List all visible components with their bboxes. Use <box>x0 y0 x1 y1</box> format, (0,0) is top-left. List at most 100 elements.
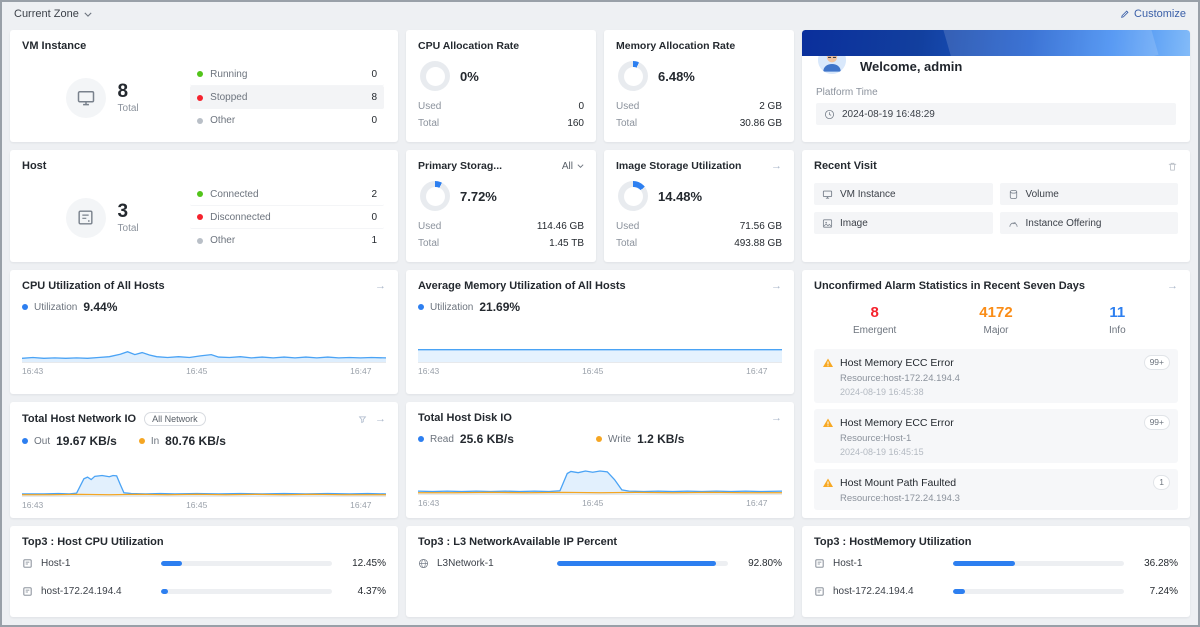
vm-total-value: 8 <box>118 81 139 103</box>
filter-funnel-icon[interactable] <box>358 415 367 424</box>
memory-allocation-donut <box>618 61 648 91</box>
recent-visit-label: Image <box>840 218 868 229</box>
welcome-banner <box>802 30 1190 56</box>
top3-memory-title: Top3 : HostMemory Utilization <box>814 536 1178 548</box>
welcome-card: Welcome, admin Platform Time 2024-08-19 … <box>802 30 1190 142</box>
network-io-chart[interactable] <box>22 455 386 497</box>
recent-visit-label: Volume <box>1026 189 1059 200</box>
alarm-timestamp: 2024-08-19 16:45:38 <box>840 387 1170 397</box>
resource-name: host-172.24.194.4 <box>41 586 153 597</box>
vm-instance-title: VM Instance <box>22 40 386 52</box>
recent-visit-volume[interactable]: Volume <box>1000 183 1179 205</box>
memory-utilization-card: Average Memory Utilization of All Hosts … <box>406 270 794 394</box>
status-dot-other <box>197 238 203 244</box>
used-value: 0 <box>578 101 584 112</box>
expand-arrow-icon[interactable]: → <box>375 281 386 292</box>
alarm-item[interactable]: Host Memory ECC Error 99+ Resource:Host-… <box>814 409 1178 463</box>
disk-io-card: Total Host Disk IO → Read 25.6 KB/s Writ… <box>406 402 794 518</box>
vm-instance-card: VM Instance 8 Total Running 0 <box>10 30 398 142</box>
series-value: 9.44% <box>83 300 117 314</box>
recent-visit-instance-offering[interactable]: Instance Offering <box>1000 212 1179 234</box>
alarm-item[interactable]: Host Mount Path Faulted 1 Resource:host-… <box>814 469 1178 510</box>
host-legend-disconnected[interactable]: Disconnected 0 <box>190 206 384 229</box>
host-legend-other[interactable]: Other 1 <box>190 229 384 252</box>
memory-allocation-card: Memory Allocation Rate 6.48% Used2 GB To… <box>604 30 794 142</box>
series-value: 25.6 KB/s <box>460 432 514 446</box>
expand-arrow-icon[interactable]: → <box>771 161 782 172</box>
top3-l3-card: Top3 : L3 NetworkAvailable IP Percent L3… <box>406 526 794 617</box>
x-tick: 16:43 <box>418 498 439 508</box>
status-dot-stopped <box>197 95 203 101</box>
welcome-greeting: Welcome, admin <box>860 59 962 74</box>
recent-visit-card: Recent Visit VM Instance Volume Image <box>802 150 1190 262</box>
host-total-value: 3 <box>118 201 139 223</box>
expand-arrow-icon[interactable]: → <box>1167 281 1178 292</box>
legend-value: 2 <box>371 189 377 200</box>
top3-memory-card: Top3 : HostMemory Utilization Host-1 36.… <box>802 526 1190 617</box>
used-label: Used <box>616 101 639 112</box>
alarm-stats: 8 Emergent 4172 Major 11 Info <box>814 304 1178 336</box>
recent-visit-vm-instance[interactable]: VM Instance <box>814 183 993 205</box>
vm-monitor-icon <box>66 78 106 118</box>
used-label: Used <box>418 101 441 112</box>
zone-label: Current Zone <box>14 8 79 20</box>
recent-visit-label: Instance Offering <box>1026 218 1102 229</box>
right-column: Welcome, admin Platform Time 2024-08-19 … <box>802 30 1190 617</box>
trash-icon[interactable] <box>1167 161 1178 172</box>
series-dot-blue <box>418 304 424 310</box>
cpu-utilization-chart[interactable] <box>22 321 386 363</box>
recent-visit-grid: VM Instance Volume Image Instance Offeri… <box>814 183 1178 234</box>
zone-selector[interactable]: Current Zone <box>14 8 92 20</box>
host-card: Host 3 Total Connected 2 <box>10 150 398 262</box>
x-axis: 16:43 16:45 16:47 <box>22 366 386 376</box>
image-icon <box>822 218 833 229</box>
primary-storage-card: Primary Storag... All 7.72% Used114.46 G… <box>406 150 596 262</box>
disk-io-chart[interactable] <box>418 453 782 495</box>
expand-arrow-icon[interactable]: → <box>771 281 782 292</box>
series-dot-write <box>596 436 602 442</box>
memory-utilization-chart[interactable] <box>418 321 782 363</box>
customize-button[interactable]: Customize <box>1120 8 1186 20</box>
x-tick: 16:43 <box>22 366 43 376</box>
image-storage-donut <box>618 181 648 211</box>
vm-legend-running[interactable]: Running 0 <box>190 63 384 86</box>
alarm-label: Info <box>1057 325 1178 336</box>
host-legend-connected[interactable]: Connected 2 <box>190 183 384 206</box>
resource-name: L3Network-1 <box>437 558 549 569</box>
pencil-icon <box>1120 9 1130 19</box>
series-label: Utilization <box>34 302 77 313</box>
volume-icon <box>1008 189 1019 200</box>
cpu-allocation-title: CPU Allocation Rate <box>418 40 519 52</box>
cpu-utilization-card: CPU Utilization of All Hosts → Utilizati… <box>10 270 398 394</box>
dashboard-grid: VM Instance 8 Total Running 0 <box>2 26 1198 625</box>
resource-name: host-172.24.194.4 <box>833 586 945 597</box>
clock-icon <box>824 109 835 120</box>
network-io-legend: Out 19.67 KB/s In 80.76 KB/s <box>22 434 386 448</box>
legend-value: 0 <box>371 115 377 126</box>
alarm-stat-info[interactable]: 11 Info <box>1057 304 1178 336</box>
platform-time-label: Platform Time <box>816 87 1176 98</box>
vm-legend-other[interactable]: Other 0 <box>190 109 384 132</box>
series-label: In <box>151 436 159 447</box>
x-axis: 16:43 16:45 16:47 <box>22 500 386 510</box>
expand-arrow-icon[interactable]: → <box>375 414 386 425</box>
network-filter-pill[interactable]: All Network <box>144 412 206 426</box>
series-dot-in <box>139 438 145 444</box>
primary-storage-filter-select[interactable]: All <box>562 161 584 172</box>
expand-arrow-icon[interactable]: → <box>771 413 782 424</box>
legend-label: Connected <box>210 189 364 200</box>
percent-value: 4.37% <box>340 586 386 597</box>
series-value: 19.67 KB/s <box>56 434 117 448</box>
top3-l3-title: Top3 : L3 NetworkAvailable IP Percent <box>418 536 782 548</box>
alarm-stat-emergent[interactable]: 8 Emergent <box>814 304 935 336</box>
network-io-title: Total Host Network IO <box>22 413 136 425</box>
legend-value: 8 <box>371 92 377 103</box>
total-value: 160 <box>567 118 584 129</box>
alarm-stat-major[interactable]: 4172 Major <box>935 304 1056 336</box>
legend-label: Other <box>210 235 364 246</box>
cpu-allocation-donut <box>420 61 450 91</box>
series-value: 21.69% <box>479 300 520 314</box>
alarm-item[interactable]: Host Memory ECC Error 99+ Resource:host-… <box>814 349 1178 403</box>
vm-legend-stopped[interactable]: Stopped 8 <box>190 86 384 109</box>
recent-visit-image[interactable]: Image <box>814 212 993 234</box>
